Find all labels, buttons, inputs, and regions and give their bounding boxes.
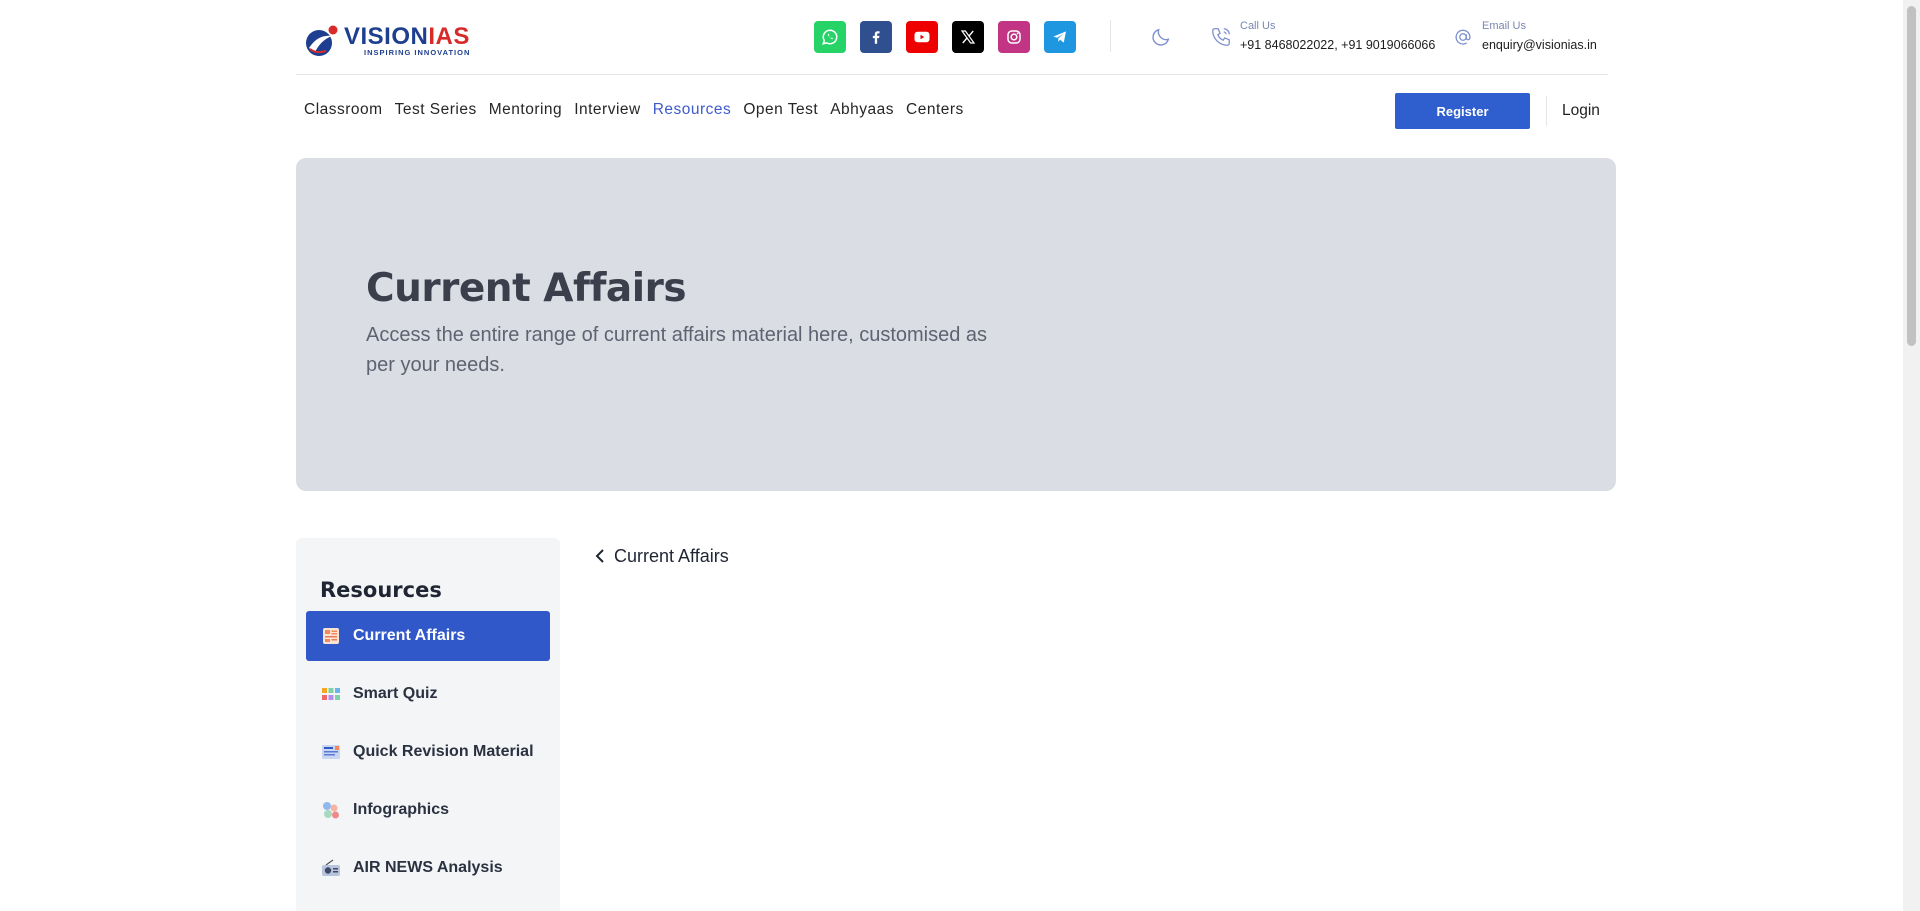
at-sign-icon <box>1455 29 1471 45</box>
resources-sidebar: Resources Current Affairs Smart Quiz Qui… <box>296 538 560 911</box>
call-us-label: Call Us <box>1240 20 1276 32</box>
chevron-left-icon <box>595 549 604 563</box>
sidebar-item-quick-revision[interactable]: Quick Revision Material <box>306 727 550 777</box>
facebook-icon[interactable] <box>860 21 892 53</box>
quiz-icon <box>322 688 340 700</box>
top-header: VISIONIAS INSPIRING INNOVATION Call Us +… <box>296 0 1608 75</box>
sidebar-label-infographics: Infographics <box>353 801 450 818</box>
breadcrumb-back[interactable]: Current Affairs <box>594 544 729 568</box>
main-nav: Classroom Test Series Mentoring Intervie… <box>304 101 976 125</box>
telegram-icon[interactable] <box>1044 21 1076 53</box>
nav-mentoring[interactable]: Mentoring <box>489 101 562 125</box>
sidebar-title: Resources <box>320 578 442 602</box>
scrollbar-thumb[interactable] <box>1907 6 1916 346</box>
x-icon[interactable] <box>952 21 984 53</box>
phone-icon <box>1212 28 1230 46</box>
sidebar-label-current-affairs: Current Affairs <box>353 627 466 644</box>
sidebar-item-infographics[interactable]: Infographics <box>306 785 550 835</box>
logo-ias-text: IAS <box>428 23 470 50</box>
email-us-label: Email Us <box>1482 20 1527 32</box>
infographics-icon <box>323 802 339 819</box>
hero-banner: Current Affairs Access the entire range … <box>296 158 1616 491</box>
login-link[interactable]: Login <box>1562 102 1600 120</box>
sidebar-label-smart-quiz: Smart Quiz <box>353 685 438 702</box>
dark-mode-moon-icon[interactable] <box>1150 26 1172 48</box>
revision-icon <box>322 745 340 759</box>
logo-vision-text: VISION <box>344 23 429 50</box>
nav-test-series[interactable]: Test Series <box>395 101 477 125</box>
news-icon <box>323 628 339 644</box>
email-address[interactable]: enquiry@visionias.in <box>1482 38 1597 52</box>
logo-tagline: INSPIRING INNOVATION <box>364 48 471 57</box>
page-scrollbar[interactable] <box>1903 0 1920 911</box>
nav-divider <box>1546 96 1547 126</box>
register-button[interactable]: Register <box>1395 93 1530 129</box>
logo-title: VISIONIAS <box>344 23 470 51</box>
header-divider <box>1110 20 1111 52</box>
nav-resources[interactable]: Resources <box>653 101 732 125</box>
logo-mark-icon <box>306 25 338 56</box>
nav-abhyaas[interactable]: Abhyaas <box>830 101 894 125</box>
site-logo[interactable]: VISIONIAS INSPIRING INNOVATION <box>304 22 474 58</box>
nav-centers[interactable]: Centers <box>906 101 964 125</box>
instagram-icon[interactable] <box>998 21 1030 53</box>
nav-classroom[interactable]: Classroom <box>304 101 383 125</box>
sidebar-label-air-news: AIR NEWS Analysis <box>353 859 503 876</box>
whatsapp-icon[interactable] <box>814 21 846 53</box>
sidebar-item-smart-quiz[interactable]: Smart Quiz <box>306 669 550 719</box>
sidebar-item-current-affairs[interactable]: Current Affairs <box>306 611 550 661</box>
hero-title: Current Affairs <box>366 266 687 311</box>
sidebar-item-air-news[interactable]: AIR NEWS Analysis <box>306 843 550 893</box>
nav-interview[interactable]: Interview <box>574 101 641 125</box>
nav-open-test[interactable]: Open Test <box>743 101 818 125</box>
breadcrumb-label: Current Affairs <box>614 545 729 566</box>
radio-icon <box>322 859 340 876</box>
sidebar-label-quick-revision: Quick Revision Material <box>353 743 534 760</box>
youtube-icon[interactable] <box>906 21 938 53</box>
hero-subtitle: Access the entire range of current affai… <box>366 324 988 376</box>
call-us-numbers[interactable]: +91 8468022022, +91 9019066066 <box>1240 38 1435 52</box>
